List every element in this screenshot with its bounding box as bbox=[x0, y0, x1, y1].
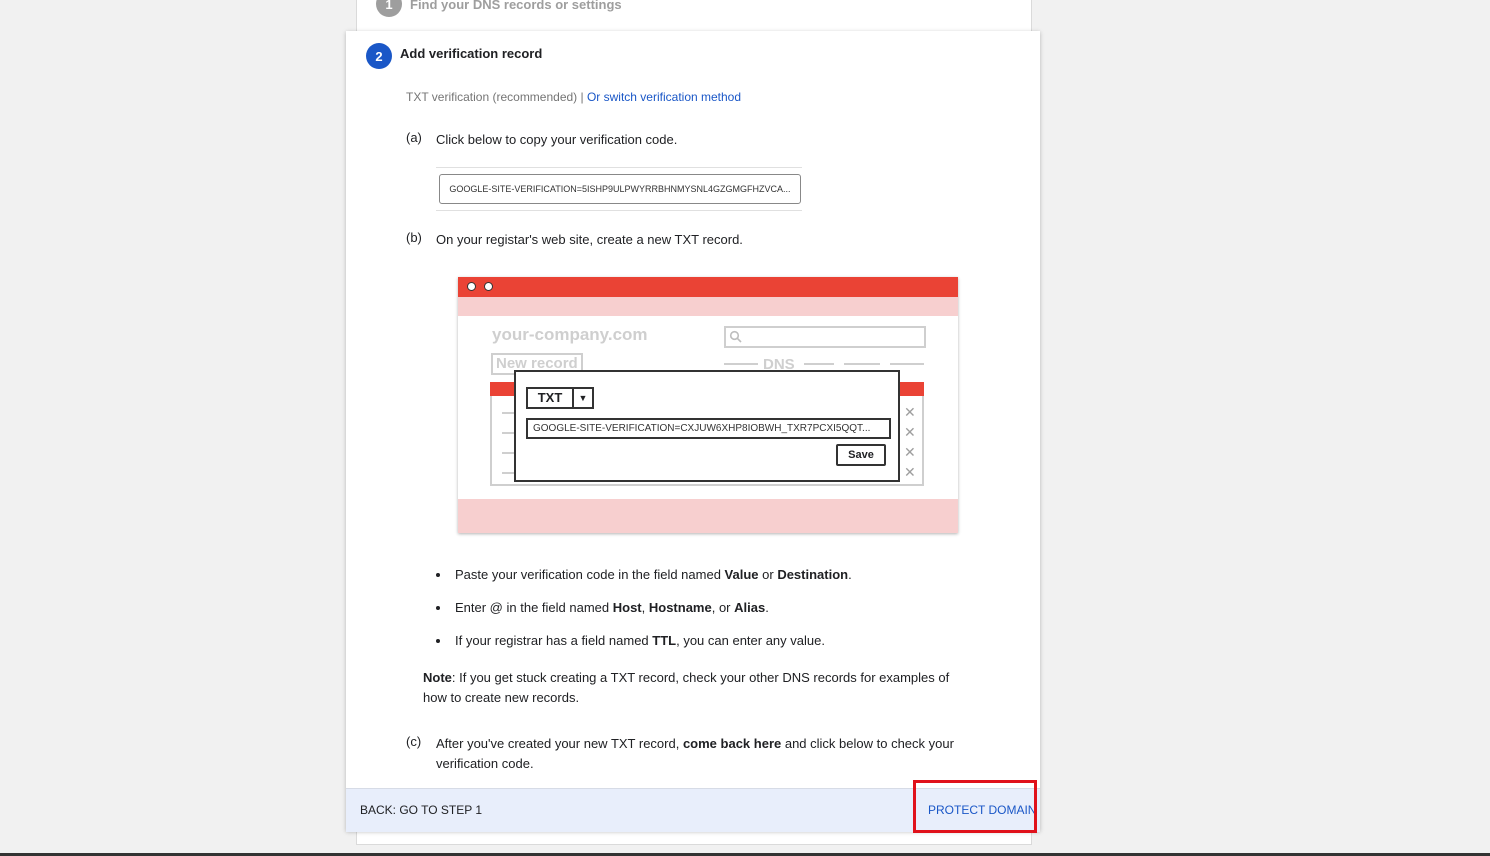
substep-c-text: After you've created your new TXT record… bbox=[436, 734, 966, 774]
bullet-text: . bbox=[765, 600, 769, 615]
illustration-domain: your-company.com bbox=[492, 325, 648, 344]
bullet-bold: TTL bbox=[652, 633, 677, 648]
illustration-save-button: Save bbox=[836, 444, 886, 466]
bullet-text: , or bbox=[711, 600, 735, 615]
window-dot-icon bbox=[467, 282, 476, 291]
illustration-type-select: TXT ▼ bbox=[526, 387, 594, 409]
bullet-bold: Host bbox=[612, 600, 642, 615]
txt-record-illustration: your-company.com New record DNS ✕ ✕ ✕ ✕ … bbox=[458, 277, 958, 533]
illustration-line bbox=[724, 363, 758, 365]
illustration-band bbox=[458, 297, 958, 316]
note-text: Note: If you get stuck creating a TXT re… bbox=[423, 668, 963, 708]
substep-c-bold: come back here bbox=[682, 736, 782, 751]
substep-b-text: On your registar's web site, create a ne… bbox=[436, 232, 743, 247]
window-dot-icon bbox=[484, 282, 493, 291]
list-item: Enter @ in the field named Host, Hostnam… bbox=[434, 600, 852, 633]
close-icon: ✕ bbox=[904, 464, 916, 480]
substep-a: (a) Click below to copy your verificatio… bbox=[406, 130, 966, 150]
bullet-bold: Alias bbox=[734, 600, 766, 615]
close-icon: ✕ bbox=[904, 404, 916, 420]
step2-card: 2 Add verification record TXT verificati… bbox=[346, 31, 1040, 832]
step1-header[interactable]: 1 Find your DNS records or settings bbox=[376, 0, 622, 17]
verification-code-area: GOOGLE-SITE-VERIFICATION=5ISHP9ULPWYRRBH… bbox=[436, 167, 802, 211]
substep-a-label: (a) bbox=[406, 130, 422, 145]
substep-b: (b) On your registar's web site, create … bbox=[406, 230, 966, 250]
illustration-search-box bbox=[724, 326, 926, 348]
substep-c: (c) After you've created your new TXT re… bbox=[406, 734, 966, 774]
instructions-list: Paste your verification code in the fiel… bbox=[434, 567, 852, 666]
step2-header: 2 Add verification record bbox=[366, 43, 542, 69]
substep-c-label: (c) bbox=[406, 734, 422, 749]
illustration-footer-band bbox=[458, 499, 958, 533]
bullet-bold: Destination bbox=[777, 567, 849, 582]
bullet-text: or bbox=[758, 567, 778, 582]
illustration-line bbox=[804, 363, 834, 365]
verification-method: TXT verification (recommended) | Or swit… bbox=[406, 90, 741, 104]
illustration-line bbox=[890, 363, 924, 365]
step1-number: 1 bbox=[376, 0, 402, 17]
bullet-text: Enter @ in the field named bbox=[455, 600, 613, 615]
illustration-line bbox=[844, 363, 880, 365]
substep-c-text-part: After you've created your new TXT record… bbox=[436, 736, 683, 751]
bullet-bold: Value bbox=[724, 567, 759, 582]
substep-b-label: (b) bbox=[406, 230, 422, 245]
list-item: Paste your verification code in the fiel… bbox=[434, 567, 852, 600]
search-icon bbox=[729, 330, 742, 343]
list-item: If your registrar has a field named TTL,… bbox=[434, 633, 852, 666]
verification-code-copy-box[interactable]: GOOGLE-SITE-VERIFICATION=5ISHP9ULPWYRRBH… bbox=[439, 174, 801, 204]
bullet-text: , bbox=[641, 600, 649, 615]
step2-title: Add verification record bbox=[400, 45, 543, 61]
highlight-box bbox=[913, 780, 1037, 833]
switch-method-link[interactable]: Or switch verification method bbox=[587, 90, 741, 104]
bullet-text: If your registrar has a field named bbox=[455, 633, 653, 648]
substep-a-text: Click below to copy your verification co… bbox=[436, 132, 678, 147]
note-label: Note bbox=[423, 670, 452, 685]
step1-title: Find your DNS records or settings bbox=[410, 0, 622, 12]
illustration-type-value: TXT bbox=[528, 389, 574, 407]
illustration-value-field: GOOGLE-SITE-VERIFICATION=CXJUW6XHP8IOBWH… bbox=[526, 418, 891, 439]
illustration-titlebar bbox=[458, 277, 958, 297]
bullet-text: Paste your verification code in the fiel… bbox=[455, 567, 725, 582]
method-text: TXT verification (recommended) | bbox=[406, 90, 584, 104]
dropdown-arrow-icon: ▼ bbox=[578, 393, 588, 403]
bullet-bold: Hostname bbox=[648, 600, 712, 615]
bullet-text: . bbox=[848, 567, 852, 582]
back-button[interactable]: BACK: GO TO STEP 1 bbox=[360, 803, 482, 817]
bullet-text: , you can enter any value. bbox=[676, 633, 825, 648]
illustration-modal: TXT ▼ GOOGLE-SITE-VERIFICATION=CXJUW6XHP… bbox=[514, 370, 900, 482]
note-body: : If you get stuck creating a TXT record… bbox=[423, 670, 950, 705]
step2-number: 2 bbox=[366, 43, 392, 69]
close-icon: ✕ bbox=[904, 424, 916, 440]
close-icon: ✕ bbox=[904, 444, 916, 460]
